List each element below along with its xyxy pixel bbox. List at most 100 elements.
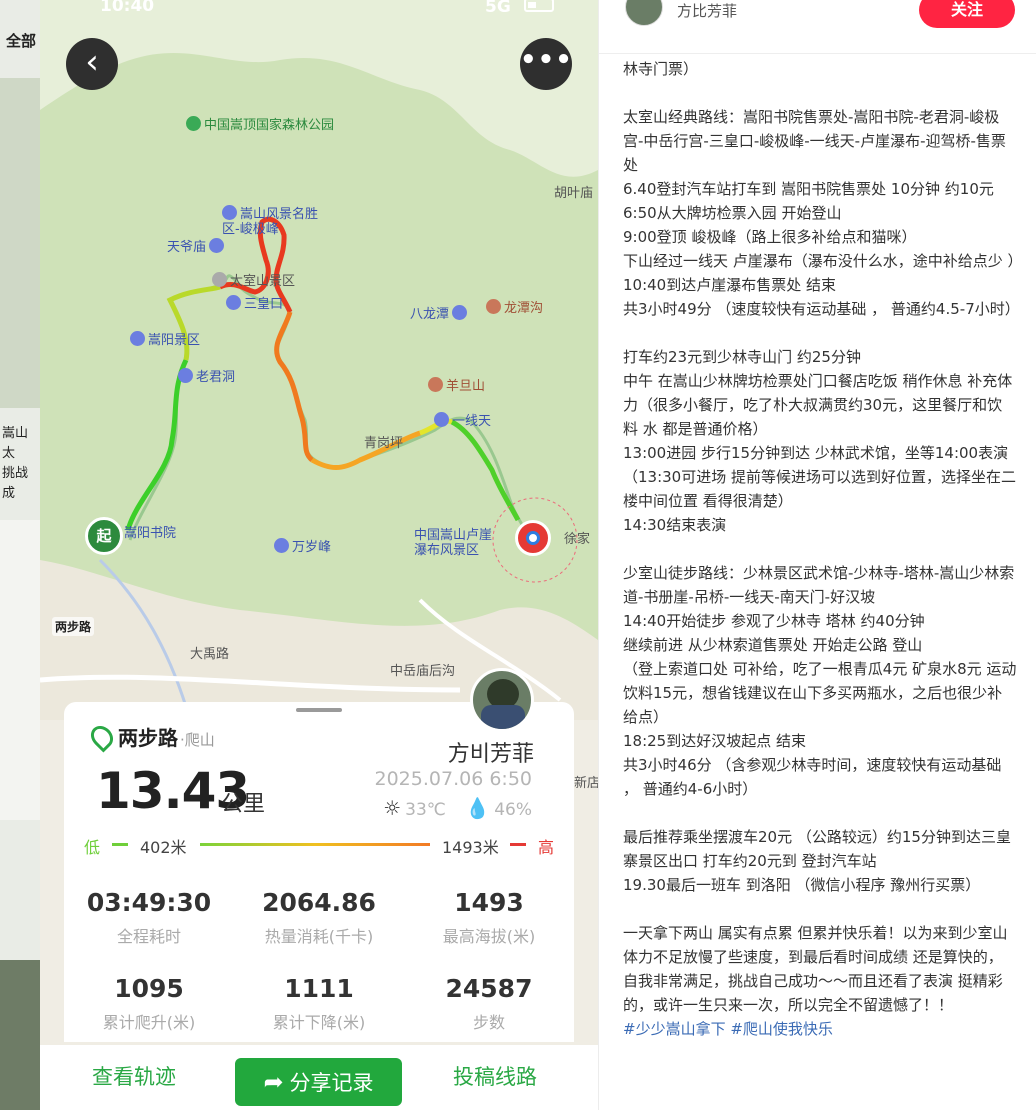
activity-datetime: 2025.07.06 6:50 (374, 768, 533, 790)
humidity-icon: 💧 (465, 796, 491, 820)
map-label-junji-peak: 嵩山风景名胜 区-峻极峰 (222, 205, 319, 237)
elevation-high-value: 1493米 (442, 838, 499, 857)
map-label-yangdan: 羊旦山 (428, 375, 485, 394)
post-line: 共3小时46分 （含参观少林寺时间，速度较快有运动基础 ， 普通约4-6小时） (623, 756, 1002, 798)
map-label-yixiantian: 一线天 (434, 410, 491, 429)
post-hashtags[interactable]: #少少嵩山拿下 #爬山使我快乐 (623, 1017, 1017, 1041)
elevation-legend: 低 402米 1493米 高 (84, 834, 555, 857)
post-line: 下山经过一线天 卢崖瀑布（瀑布没什么水，途中补给点少 ） (623, 252, 1023, 270)
stat-steps: 24587 步数 (445, 974, 533, 1032)
start-marker[interactable]: 起 (85, 517, 123, 555)
map-label-songyang-academy: 嵩阳书院 (124, 526, 177, 541)
stats-card: 两步路 ·爬山 方비芳菲 13.43 公里 2025.07.06 6:50 ☼ 33… (64, 702, 574, 1042)
author-name[interactable]: 方比芳菲 (677, 0, 737, 21)
back-arrow-icon: ‹ (85, 42, 99, 82)
scenic-spot-icon (434, 412, 449, 427)
elevation-low-value: 402米 (140, 838, 187, 857)
post-content: 林寺门票） 太室山经典路线：嵩阳书院售票处-嵩阳书院-老君洞-峻极宫-中岳行宫-… (623, 57, 1023, 1041)
scenic-spot-icon (178, 368, 193, 383)
author-avatar[interactable] (625, 0, 663, 26)
view-track-button[interactable]: 查看轨迹 (92, 1061, 176, 1091)
map-label-qinggang: 青岗坪 (364, 436, 404, 451)
park-icon (186, 116, 201, 131)
map-watermark: 两步路 (52, 617, 95, 636)
distance-unit: 公里 (221, 792, 266, 817)
post-panel: 方比芳菲 关注 林寺门票） 太室山经典路线：嵩阳书院售票处-嵩阳书院-老君洞-峻… (598, 0, 1036, 1110)
share-record-button[interactable]: ➦ 分享记录 (235, 1058, 402, 1106)
feed-card-image[interactable] (0, 78, 40, 408)
feed-tab-all[interactable]: 全部 (6, 30, 36, 51)
post-line: 13:00进园 步行15分钟到达 少林武术馆，坐等14:00表演 （13:30可… (623, 444, 1016, 510)
map-label-laojun-cave: 老君洞 (178, 366, 235, 385)
post-line: 林寺门票） (623, 60, 699, 78)
post-line: 14:40开始徒步 参观了少林寺 塔林 约40分钟 (623, 612, 925, 630)
scenic-spot-icon (209, 238, 225, 253)
post-line: 一天拿下两山 属实有点累 但累并快乐着！以为来到少室山体力不足放慢了些速度，到最… (623, 924, 1008, 1014)
status-network: 5G (485, 0, 511, 17)
map-label-wansui: 万岁峰 (274, 536, 331, 555)
end-marker[interactable] (515, 520, 551, 556)
post-header: 方比芳菲 关注 (599, 0, 1036, 54)
map-label-forest-park: 中国嵩顶国家森林公园 (186, 114, 334, 133)
post-line: 6:50从大牌坊检票入园 开始登山 (623, 204, 842, 222)
post-line (623, 537, 1017, 561)
map-label-songyang-area: 嵩阳景区 (130, 329, 200, 348)
more-dots-icon: ••• (520, 45, 573, 75)
page: 全部 嵩山太 挑战成 中国嵩顶国家森林公园 嵩山风景名胜 区-峻极峰 天爷庙 太… (0, 0, 1036, 1110)
post-line (623, 897, 1017, 921)
track-screenshot: 中国嵩顶国家森林公园 嵩山风景名胜 区-峻极峰 天爷庙 太室山景区 三皇口 嵩阳… (40, 0, 598, 1110)
post-line: 共3小时49分 （速度较快有运动基础 ， 普通约4.5-7小时） (623, 300, 1020, 318)
map-label-balong: 八龙潭 (410, 303, 470, 322)
share-arrow-icon: ➦ (263, 1068, 284, 1096)
post-line: （登上索道口处 可补给，吃了一根青瓜4元 矿泉水8元 运动饮料15元，想省钱建议… (623, 660, 1017, 726)
scenic-spot-icon (226, 295, 241, 310)
brand-logo: 两步路 ·爬山 (86, 721, 215, 753)
post-line: 继续前进 从少林索道售票处 开始走公路 登山 (623, 636, 923, 654)
map-label-tianye-temple: 天爷庙 (167, 236, 227, 255)
stat-total-ascent: 1095 累计爬升(米) (102, 974, 196, 1032)
background-feed: 全部 嵩山太 挑战成 (0, 0, 40, 1110)
post-line (623, 81, 1017, 105)
location-pin-logo-icon (86, 721, 118, 753)
scenic-spot-icon (452, 305, 468, 320)
post-line: 10:40到达卢崖瀑布售票处 结束 (623, 276, 836, 294)
back-button[interactable]: ‹ (66, 38, 118, 90)
location-icon (212, 272, 227, 287)
stat-total-descent: 1111 累计下降(米) (272, 974, 366, 1032)
user-avatar[interactable] (470, 668, 534, 732)
elevation-gradient (200, 843, 430, 846)
legend-high-swatch (510, 843, 526, 846)
map-label-xujia: 徐家 (564, 532, 591, 547)
map-label-dayu-road: 大禹路 (190, 647, 230, 662)
feed-card-title[interactable]: 嵩山太 挑战成 (2, 424, 40, 504)
sun-icon: ☼ (383, 796, 402, 820)
map-label-sanhuang: 三皇口 (226, 293, 283, 312)
map-label-longtan: 龙潭沟 (486, 297, 543, 316)
post-line: 最后推荐乘坐摆渡车20元 （公路较远）约15分钟到达三皇寨景区出口 打车约20元… (623, 828, 1011, 870)
elevation-low-label: 低 (84, 838, 101, 857)
drag-handle[interactable] (296, 708, 342, 712)
more-button[interactable]: ••• (520, 38, 572, 90)
username: 方비芳菲 (447, 742, 534, 767)
post-line: 中午 在嵩山少林牌坊检票处门口餐店吃饭 稍作休息 补充体力（很多小餐厅，吃了朴大… (623, 372, 1013, 438)
stat-max-altitude: 1493 最高海拔(米) (442, 888, 536, 946)
stat-duration: 03:49:30 全程耗时 (86, 888, 212, 946)
post-line (623, 321, 1017, 345)
map-label-lu-waterfall: 中国嵩山卢崖 瀑布风景区 (414, 528, 493, 558)
submit-route-button[interactable]: 投稿线路 (453, 1061, 537, 1091)
post-line: 18:25到达好汉坡起点 结束 (623, 732, 806, 750)
post-line: 少室山徒步路线：少林景区武术馆-少林寺-塔林-嵩山少林索道-书册崖-吊桥-一线天… (623, 564, 1015, 606)
post-line: 14:30结束表演 (623, 516, 727, 534)
battery-icon (524, 0, 554, 12)
feed-card-image[interactable] (0, 960, 40, 1110)
post-line: 6.40登封汽车站打车到 嵩阳书院售票处 10分钟 约10元 (623, 180, 994, 198)
map-graphic (40, 0, 598, 720)
post-line: 9:00登顶 峻极峰（路上很多补给点和猫咪） (623, 228, 917, 246)
feed-card[interactable] (0, 520, 40, 820)
legend-low-swatch (112, 843, 128, 846)
post-line: 太室山经典路线：嵩阳书院售票处-嵩阳书院-老君洞-峻极宫-中岳行宫-三皇口-峻极… (623, 108, 1006, 174)
elevation-high-label: 高 (538, 838, 555, 857)
map-label-zhongyue: 中岳庙后沟 (390, 664, 456, 679)
follow-button[interactable]: 关注 (919, 0, 1015, 28)
route-map[interactable]: 中国嵩顶国家森林公园 嵩山风景名胜 区-峻极峰 天爷庙 太室山景区 三皇口 嵩阳… (40, 0, 598, 791)
